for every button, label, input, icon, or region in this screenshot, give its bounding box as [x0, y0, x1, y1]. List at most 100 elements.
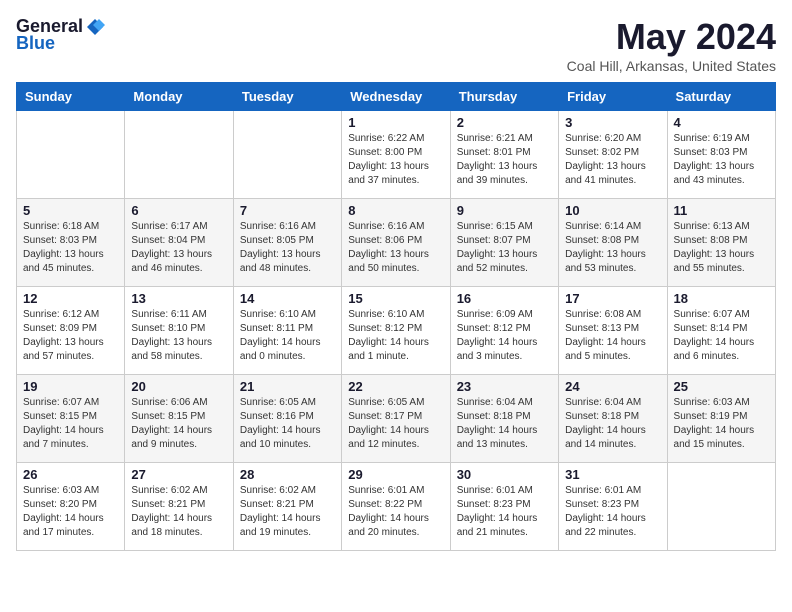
day-info: Sunrise: 6:15 AM Sunset: 8:07 PM Dayligh…: [457, 220, 552, 276]
calendar-cell: [17, 111, 125, 199]
day-info: Sunrise: 6:11 AM Sunset: 8:10 PM Dayligh…: [131, 308, 226, 364]
calendar-cell: 27 Sunrise: 6:02 AM Sunset: 8:21 PM Dayli…: [125, 463, 233, 551]
day-number: 17: [565, 291, 660, 306]
day-number: 12: [23, 291, 118, 306]
day-number: 22: [348, 379, 443, 394]
day-info: Sunrise: 6:13 AM Sunset: 8:08 PM Dayligh…: [674, 220, 769, 276]
calendar-cell: 6 Sunrise: 6:17 AM Sunset: 8:04 PM Daylig…: [125, 199, 233, 287]
day-number: 15: [348, 291, 443, 306]
calendar-cell: 29 Sunrise: 6:01 AM Sunset: 8:22 PM Dayli…: [342, 463, 450, 551]
day-info: Sunrise: 6:01 AM Sunset: 8:23 PM Dayligh…: [457, 484, 552, 540]
calendar-cell: 30 Sunrise: 6:01 AM Sunset: 8:23 PM Dayli…: [450, 463, 558, 551]
day-info: Sunrise: 6:04 AM Sunset: 8:18 PM Dayligh…: [565, 396, 660, 452]
day-info: Sunrise: 6:18 AM Sunset: 8:03 PM Dayligh…: [23, 220, 118, 276]
day-info: Sunrise: 6:01 AM Sunset: 8:22 PM Dayligh…: [348, 484, 443, 540]
calendar-week-3: 12 Sunrise: 6:12 AM Sunset: 8:09 PM Dayli…: [17, 287, 776, 375]
calendar-cell: [667, 463, 775, 551]
day-number: 25: [674, 379, 769, 394]
day-number: 21: [240, 379, 335, 394]
weekday-header-monday: Monday: [125, 83, 233, 111]
calendar-cell: 24 Sunrise: 6:04 AM Sunset: 8:18 PM Dayli…: [559, 375, 667, 463]
day-info: Sunrise: 6:19 AM Sunset: 8:03 PM Dayligh…: [674, 132, 769, 188]
weekday-header-tuesday: Tuesday: [233, 83, 341, 111]
calendar-cell: 26 Sunrise: 6:03 AM Sunset: 8:20 PM Dayli…: [17, 463, 125, 551]
calendar-cell: [125, 111, 233, 199]
day-info: Sunrise: 6:03 AM Sunset: 8:20 PM Dayligh…: [23, 484, 118, 540]
logo-icon: [85, 17, 105, 37]
calendar-cell: 11 Sunrise: 6:13 AM Sunset: 8:08 PM Dayli…: [667, 199, 775, 287]
calendar-cell: 3 Sunrise: 6:20 AM Sunset: 8:02 PM Daylig…: [559, 111, 667, 199]
weekday-header-saturday: Saturday: [667, 83, 775, 111]
day-number: 27: [131, 467, 226, 482]
day-number: 16: [457, 291, 552, 306]
day-number: 23: [457, 379, 552, 394]
logo-blue-text: Blue: [16, 33, 55, 54]
day-info: Sunrise: 6:02 AM Sunset: 8:21 PM Dayligh…: [131, 484, 226, 540]
calendar-cell: 15 Sunrise: 6:10 AM Sunset: 8:12 PM Dayli…: [342, 287, 450, 375]
day-number: 24: [565, 379, 660, 394]
calendar-cell: [233, 111, 341, 199]
calendar-week-5: 26 Sunrise: 6:03 AM Sunset: 8:20 PM Dayli…: [17, 463, 776, 551]
weekday-header-friday: Friday: [559, 83, 667, 111]
day-number: 7: [240, 203, 335, 218]
title-area: May 2024 Coal Hill, Arkansas, United Sta…: [567, 16, 776, 74]
calendar-cell: 8 Sunrise: 6:16 AM Sunset: 8:06 PM Daylig…: [342, 199, 450, 287]
calendar-cell: 5 Sunrise: 6:18 AM Sunset: 8:03 PM Daylig…: [17, 199, 125, 287]
day-info: Sunrise: 6:17 AM Sunset: 8:04 PM Dayligh…: [131, 220, 226, 276]
day-number: 26: [23, 467, 118, 482]
day-number: 6: [131, 203, 226, 218]
month-title: May 2024: [567, 16, 776, 58]
day-info: Sunrise: 6:02 AM Sunset: 8:21 PM Dayligh…: [240, 484, 335, 540]
calendar-cell: 20 Sunrise: 6:06 AM Sunset: 8:15 PM Dayli…: [125, 375, 233, 463]
day-number: 9: [457, 203, 552, 218]
day-number: 2: [457, 115, 552, 130]
day-info: Sunrise: 6:12 AM Sunset: 8:09 PM Dayligh…: [23, 308, 118, 364]
day-number: 31: [565, 467, 660, 482]
calendar-cell: 10Sunrise: 6:14 AM Sunset: 8:08 PM Dayli…: [559, 199, 667, 287]
day-info: Sunrise: 6:20 AM Sunset: 8:02 PM Dayligh…: [565, 132, 660, 188]
day-number: 3: [565, 115, 660, 130]
day-info: Sunrise: 6:10 AM Sunset: 8:11 PM Dayligh…: [240, 308, 335, 364]
weekday-header-row: SundayMondayTuesdayWednesdayThursdayFrid…: [17, 83, 776, 111]
day-number: 8: [348, 203, 443, 218]
weekday-header-wednesday: Wednesday: [342, 83, 450, 111]
day-info: Sunrise: 6:07 AM Sunset: 8:15 PM Dayligh…: [23, 396, 118, 452]
day-number: 4: [674, 115, 769, 130]
calendar-cell: 25 Sunrise: 6:03 AM Sunset: 8:19 PM Dayli…: [667, 375, 775, 463]
day-info: Sunrise: 6:21 AM Sunset: 8:01 PM Dayligh…: [457, 132, 552, 188]
day-info: Sunrise: 6:03 AM Sunset: 8:19 PM Dayligh…: [674, 396, 769, 452]
calendar-cell: 18 Sunrise: 6:07 AM Sunset: 8:14 PM Dayli…: [667, 287, 775, 375]
calendar-cell: 31Sunrise: 6:01 AM Sunset: 8:23 PM Dayli…: [559, 463, 667, 551]
calendar-cell: 16 Sunrise: 6:09 AM Sunset: 8:12 PM Dayli…: [450, 287, 558, 375]
calendar-cell: 28 Sunrise: 6:02 AM Sunset: 8:21 PM Dayli…: [233, 463, 341, 551]
calendar-cell: 14Sunrise: 6:10 AM Sunset: 8:11 PM Dayli…: [233, 287, 341, 375]
calendar-cell: 4 Sunrise: 6:19 AM Sunset: 8:03 PM Daylig…: [667, 111, 775, 199]
calendar-week-4: 19 Sunrise: 6:07 AM Sunset: 8:15 PM Dayli…: [17, 375, 776, 463]
location: Coal Hill, Arkansas, United States: [567, 58, 776, 74]
day-number: 30: [457, 467, 552, 482]
logo: General Blue: [16, 16, 105, 54]
day-info: Sunrise: 6:08 AM Sunset: 8:13 PM Dayligh…: [565, 308, 660, 364]
day-info: Sunrise: 6:05 AM Sunset: 8:16 PM Dayligh…: [240, 396, 335, 452]
day-info: Sunrise: 6:16 AM Sunset: 8:06 PM Dayligh…: [348, 220, 443, 276]
day-number: 18: [674, 291, 769, 306]
day-number: 29: [348, 467, 443, 482]
day-info: Sunrise: 6:06 AM Sunset: 8:15 PM Dayligh…: [131, 396, 226, 452]
day-number: 20: [131, 379, 226, 394]
day-number: 11: [674, 203, 769, 218]
calendar-cell: 19 Sunrise: 6:07 AM Sunset: 8:15 PM Dayli…: [17, 375, 125, 463]
day-info: Sunrise: 6:07 AM Sunset: 8:14 PM Dayligh…: [674, 308, 769, 364]
day-number: 19: [23, 379, 118, 394]
calendar-cell: 1Sunrise: 6:22 AM Sunset: 8:00 PM Daylig…: [342, 111, 450, 199]
calendar-cell: 9 Sunrise: 6:15 AM Sunset: 8:07 PM Daylig…: [450, 199, 558, 287]
calendar-cell: 2 Sunrise: 6:21 AM Sunset: 8:01 PM Daylig…: [450, 111, 558, 199]
calendar-cell: 7Sunrise: 6:16 AM Sunset: 8:05 PM Daylig…: [233, 199, 341, 287]
weekday-header-sunday: Sunday: [17, 83, 125, 111]
day-info: Sunrise: 6:10 AM Sunset: 8:12 PM Dayligh…: [348, 308, 443, 364]
day-number: 13: [131, 291, 226, 306]
weekday-header-thursday: Thursday: [450, 83, 558, 111]
day-number: 28: [240, 467, 335, 482]
day-number: 5: [23, 203, 118, 218]
calendar-cell: 12 Sunrise: 6:12 AM Sunset: 8:09 PM Dayli…: [17, 287, 125, 375]
day-info: Sunrise: 6:09 AM Sunset: 8:12 PM Dayligh…: [457, 308, 552, 364]
